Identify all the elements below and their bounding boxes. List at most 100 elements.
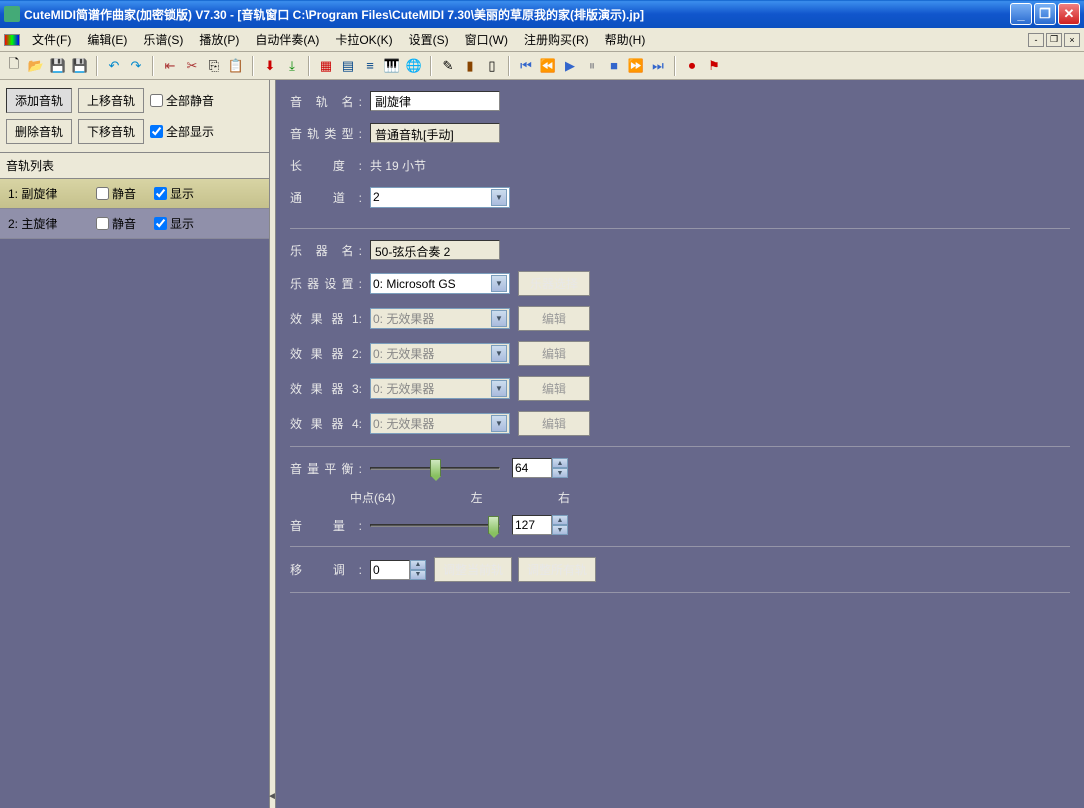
midpoint-label: 中点(64) <box>350 489 395 506</box>
download-icon[interactable]: ⬇ <box>260 56 280 76</box>
menubar: 文件(F) 编辑(E) 乐谱(S) 播放(P) 自动伴奏(A) 卡拉OK(K) … <box>0 28 1084 52</box>
track-name-label: 音 轨 名: <box>290 93 362 110</box>
channel-label: 通 道: <box>290 189 362 206</box>
sidebar: 添加音轨 上移音轨 全部静音 删除音轨 下移音轨 全部显示 音轨列表 1: 副旋… <box>0 80 270 808</box>
chevron-down-icon: ▼ <box>491 189 507 206</box>
record-icon[interactable]: ⏺ <box>682 56 702 76</box>
paste-icon[interactable]: 📋 <box>226 56 246 76</box>
keyboard-icon[interactable]: 🎹 <box>382 56 402 76</box>
track-mute-checkbox[interactable]: 静音 <box>96 215 136 232</box>
flag-icon[interactable]: ⚑ <box>704 56 724 76</box>
inst-set-label: 乐器设置: <box>290 275 362 292</box>
spin-up-icon: ▲ <box>410 560 426 570</box>
tool1-icon[interactable]: ✎ <box>438 56 458 76</box>
close-button[interactable]: ✕ <box>1058 3 1080 25</box>
undo-icon[interactable]: ↶ <box>104 56 124 76</box>
chevron-down-icon: ▼ <box>491 415 507 432</box>
pan-spinner[interactable]: ▲▼ <box>512 458 568 478</box>
main-panel: 音 轨 名: 音轨类型: 普通音轨[手动] 长 度: 共 19 小节 通 道: … <box>276 80 1084 808</box>
add-track-button[interactable]: 添加音轨 <box>6 88 72 113</box>
menu-register[interactable]: 注册购买(R) <box>516 29 597 50</box>
tool3-icon[interactable]: ▯ <box>482 56 502 76</box>
transpose-spinner[interactable]: ▲▼ <box>370 560 426 580</box>
all-mute-checkbox[interactable]: 全部静音 <box>150 92 214 109</box>
track-row[interactable]: 1: 副旋律 静音 显示 <box>0 179 269 209</box>
track-show-checkbox[interactable]: 显示 <box>154 215 194 232</box>
adjust-all-button[interactable]: 调整所有轨 <box>518 557 596 582</box>
save-icon[interactable]: 💾 <box>48 56 68 76</box>
window-title: CuteMIDI简谱作曲家(加密锁版) V7.30 - [音轨窗口 C:\Pro… <box>24 6 1010 23</box>
track-show-checkbox[interactable]: 显示 <box>154 185 194 202</box>
fx3-select: 0: 无效果器▼ <box>370 378 510 399</box>
menu-play[interactable]: 播放(P) <box>191 29 247 50</box>
tool2-icon[interactable]: ▮ <box>460 56 480 76</box>
track-name-input[interactable] <box>370 91 500 111</box>
view3-icon[interactable]: ≡ <box>360 56 380 76</box>
delete-track-button[interactable]: 删除音轨 <box>6 119 72 144</box>
fx2-select: 0: 无效果器▼ <box>370 343 510 364</box>
menu-settings[interactable]: 设置(S) <box>401 29 457 50</box>
new-icon[interactable]: 🗋 <box>4 56 24 76</box>
fx4-select: 0: 无效果器▼ <box>370 413 510 434</box>
mdi-minimize[interactable]: - <box>1028 33 1044 47</box>
adjust-current-button[interactable]: 调整当前轨 <box>434 557 512 582</box>
move-down-button[interactable]: 下移音轨 <box>78 119 144 144</box>
move-up-button[interactable]: 上移音轨 <box>78 88 144 113</box>
mdi-restore[interactable]: ❐ <box>1046 33 1062 47</box>
play-icon[interactable]: ▶ <box>560 56 580 76</box>
copy-icon[interactable]: ⎘ <box>204 56 224 76</box>
menu-window[interactable]: 窗口(W) <box>457 29 516 50</box>
menu-help[interactable]: 帮助(H) <box>597 29 654 50</box>
globe-icon[interactable]: 🌐 <box>404 56 424 76</box>
redo-icon[interactable]: ↷ <box>126 56 146 76</box>
vol-spinner[interactable]: ▲▼ <box>512 515 568 535</box>
chevron-down-icon: ▼ <box>491 380 507 397</box>
mdi-close[interactable]: × <box>1064 33 1080 47</box>
menu-accomp[interactable]: 自动伴奏(A) <box>247 29 327 50</box>
toolbar: 🗋 📂 💾 💾 ↶ ↷ ⇤ ✂ ⎘ 📋 ⬇ ⤓ ▦ ▤ ≡ 🎹 🌐 ✎ ▮ ▯ … <box>0 52 1084 80</box>
track-mute-checkbox[interactable]: 静音 <box>96 185 136 202</box>
first-icon[interactable]: ⏮ <box>516 56 536 76</box>
all-show-checkbox[interactable]: 全部显示 <box>150 123 214 140</box>
inst-set-select[interactable]: 0: Microsoft GS▼ <box>370 273 510 294</box>
track-type-field: 普通音轨[手动] <box>370 123 500 143</box>
saveas-icon[interactable]: 💾 <box>70 56 90 76</box>
fx4-label: 效 果 器 4: <box>290 415 362 432</box>
open-icon[interactable]: 📂 <box>26 56 46 76</box>
cut-prev-icon[interactable]: ⇤ <box>160 56 180 76</box>
right-label: 右 <box>558 489 570 506</box>
import-icon[interactable]: ⤓ <box>282 56 302 76</box>
view2-icon[interactable]: ▤ <box>338 56 358 76</box>
splitter[interactable] <box>270 80 276 808</box>
inst-select-button[interactable]: 乐器选择 <box>518 271 590 296</box>
menu-file[interactable]: 文件(F) <box>24 29 79 50</box>
pause-icon[interactable]: ⏸ <box>582 56 602 76</box>
vol-slider[interactable] <box>370 515 500 535</box>
menu-score[interactable]: 乐谱(S) <box>135 29 191 50</box>
fx1-label: 效 果 器 1: <box>290 310 362 327</box>
fx3-label: 效 果 器 3: <box>290 380 362 397</box>
cut-icon[interactable]: ✂ <box>182 56 202 76</box>
last-icon[interactable]: ⏭ <box>648 56 668 76</box>
track-name: 2: 主旋律 <box>8 215 78 232</box>
app-icon <box>4 6 20 22</box>
minimize-button[interactable]: _ <box>1010 3 1032 25</box>
maximize-button[interactable]: ❐ <box>1034 3 1056 25</box>
transpose-label: 移 调: <box>290 561 362 578</box>
fx4-edit-button: 编辑 <box>518 411 590 436</box>
forward-icon[interactable]: ⏩ <box>626 56 646 76</box>
spin-up-icon: ▲ <box>552 515 568 525</box>
menu-karaoke[interactable]: 卡拉OK(K) <box>327 29 400 50</box>
stop-icon[interactable]: ■ <box>604 56 624 76</box>
pan-slider[interactable] <box>370 458 500 478</box>
spin-down-icon: ▼ <box>552 525 568 535</box>
menu-edit[interactable]: 编辑(E) <box>79 29 135 50</box>
view1-icon[interactable]: ▦ <box>316 56 336 76</box>
channel-select[interactable]: 2▼ <box>370 187 510 208</box>
vol-label: 音 量: <box>290 517 362 534</box>
chevron-down-icon: ▼ <box>491 275 507 292</box>
rewind-icon[interactable]: ⏪ <box>538 56 558 76</box>
spin-down-icon: ▼ <box>552 468 568 478</box>
chevron-down-icon: ▼ <box>491 310 507 327</box>
track-row[interactable]: 2: 主旋律 静音 显示 <box>0 209 269 239</box>
